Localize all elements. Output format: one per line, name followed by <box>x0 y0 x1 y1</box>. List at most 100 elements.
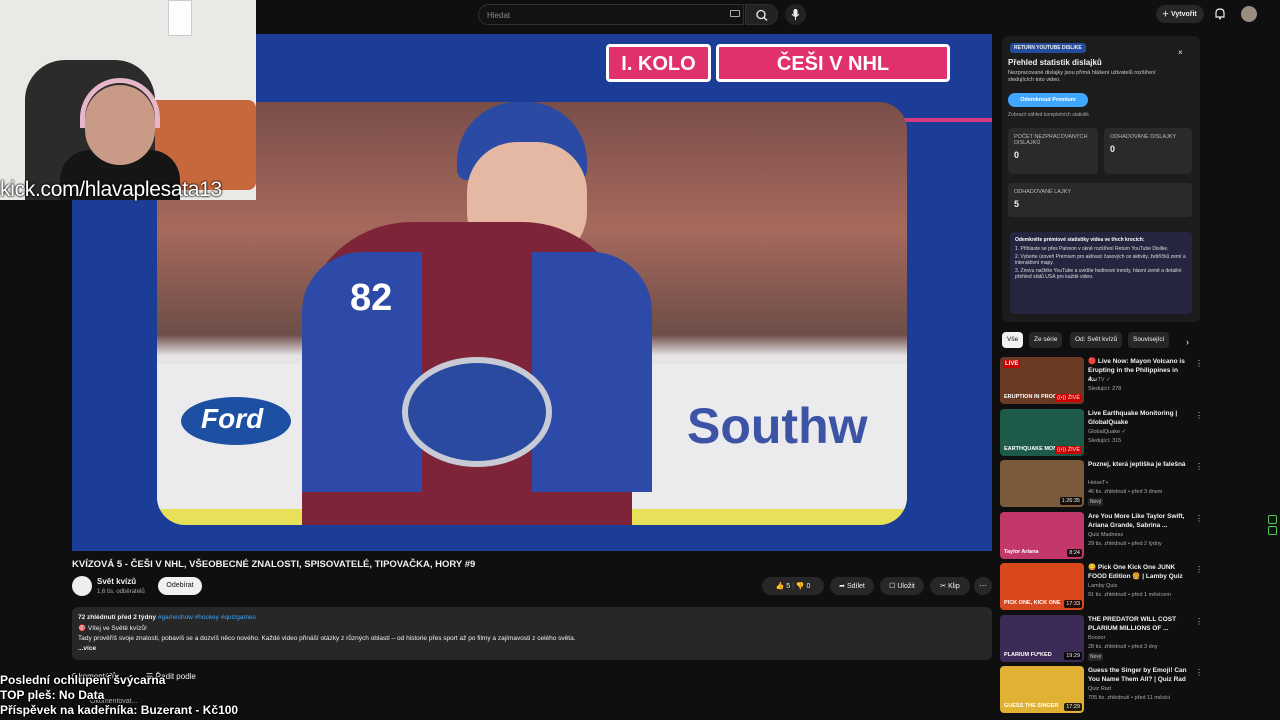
user-avatar[interactable] <box>1241 6 1257 22</box>
recommendation-channel[interactable]: Boozor <box>1088 635 1105 641</box>
recommendation-channel[interactable]: HeiseT+ <box>1088 480 1109 486</box>
step-2: 2. Vyberte úroveň Premium pro aktivaci č… <box>1015 254 1186 266</box>
ryd-tag: RETURN YOUTUBE DISLIKE <box>1010 43 1086 53</box>
more-vert-icon[interactable]: ⋮ <box>1195 411 1203 420</box>
chip-from-channel[interactable]: Od: Svět kvízů <box>1070 332 1123 348</box>
description-line-2: Tady prověříš svoje znalosti, pobavíš se… <box>78 635 576 642</box>
dislike-button[interactable]: 👎 0 <box>796 583 811 590</box>
show-more-link[interactable]: ...více <box>78 645 986 652</box>
raw-dislikes-value: 0 <box>1014 150 1020 160</box>
topic-badge: ČEŠI V NHL <box>716 44 950 82</box>
clip-button[interactable]: ✂ Klip <box>930 577 970 595</box>
est-dislikes-card: ODHADOVANÉ DISLAJKY 0 <box>1104 128 1192 174</box>
duration-badge: 8:24 <box>1067 548 1082 557</box>
more-vert-icon[interactable]: ⋮ <box>1195 514 1203 523</box>
voice-search-button[interactable] <box>785 4 806 25</box>
save-button[interactable]: ☐ Uložit <box>880 577 924 595</box>
close-icon[interactable]: × <box>1178 48 1183 57</box>
overlay-line-3: Příspěvek na kadeřníka: Buzerant - Kč100 <box>0 703 239 717</box>
more-vert-icon[interactable]: ⋮ <box>1195 668 1203 677</box>
recommendation-title[interactable]: Live Earthquake Monitoring | GlobalQuake <box>1088 409 1188 427</box>
recommendation-views: 705 tis. zhlédnutí • před 11 měsíci <box>1088 695 1171 701</box>
thumbs-down-icon: 👎 <box>795 583 807 590</box>
hashtags[interactable]: #gameshow #hockey #quizgames <box>158 614 256 621</box>
recommendation-item[interactable]: GUESS THE SINGER 17:29 Guess the Singer by… <box>1000 666 1203 714</box>
search-input[interactable]: Hledat <box>478 4 744 25</box>
more-vert-icon[interactable]: ⋮ <box>1195 617 1203 626</box>
chip-all[interactable]: Vše <box>1002 332 1024 348</box>
raw-dislikes-card: POČET NEZPRACOVANÝCH DISLAJKŮ 0 <box>1008 128 1098 174</box>
hockey-player-photo: Ford Southw 82 <box>157 102 907 525</box>
est-dislikes-label: ODHADOVANÉ DISLAJKY <box>1110 134 1177 140</box>
recommendation-title[interactable]: 😋 Pick One Kick One JUNK FOOD Edition 🍔 … <box>1088 563 1188 581</box>
notifications-bell-icon[interactable] <box>1214 7 1226 20</box>
recommendation-item[interactable]: PICK ONE, KICK ONE 17:33 😋 Pick One Kick O… <box>1000 563 1203 611</box>
recommendation-item[interactable]: 1:26:35 Poznej, která jeptiška je falešná… <box>1000 460 1203 508</box>
recommendation-item[interactable]: PLARIUM FU*KED 19:29 THE PREDATOR WILL COS… <box>1000 614 1203 663</box>
recommendation-channel[interactable]: Quiz Rad <box>1088 686 1111 692</box>
extension-icon-1[interactable] <box>1268 515 1277 524</box>
mic-icon <box>791 9 800 20</box>
clip-label: Klip <box>948 583 960 590</box>
recommendation-item[interactable]: Taylor Ariana 8:24 Are You More Like Taylo… <box>1000 511 1203 560</box>
subscribe-button[interactable]: Odebírat <box>158 577 202 595</box>
more-vert-icon[interactable]: ⋮ <box>1195 462 1203 471</box>
ryd-title: Přehled statistik dislajků <box>1008 58 1102 67</box>
chip-series[interactable]: Ze série <box>1029 332 1063 348</box>
new-badge: Nový <box>1088 498 1104 506</box>
recommendation-channel[interactable]: Lamby Quiz <box>1088 583 1117 589</box>
like-button[interactable]: 👍 5 <box>776 583 791 590</box>
video-thumbnail[interactable]: EARTHQUAKE MONITOR ((•)) ŽIVĚ <box>1000 408 1084 456</box>
video-thumbnail[interactable]: PICK ONE, KICK ONE 17:33 <box>1000 563 1084 610</box>
recommendation-item[interactable]: EARTHQUAKE MONITOR ((•)) ŽIVĚ Live Earthqu… <box>1000 408 1203 457</box>
overlay-line-1: Poslední ochlupení švýcarna <box>0 673 166 687</box>
recommendation-title[interactable]: Poznej, která jeptiška je falešná <box>1088 460 1188 469</box>
video-thumbnail[interactable]: PLARIUM FU*KED 19:29 <box>1000 614 1084 662</box>
jersey-number: 82 <box>350 277 393 319</box>
share-button[interactable]: ➦ Sdílet <box>830 577 874 595</box>
more-actions-button[interactable]: ⋯ <box>974 577 992 595</box>
channel-avatar[interactable] <box>72 576 92 596</box>
recommendation-title[interactable]: THE PREDATOR WILL COST PLARIUM MILLIONS … <box>1088 615 1188 633</box>
search-button[interactable] <box>745 4 778 25</box>
overlay-line-2: TOP pleš: No Data <box>0 688 105 702</box>
new-badge: Nový <box>1088 652 1104 661</box>
channel-name[interactable]: Svět kvízů <box>97 577 136 586</box>
scissors-icon: ✂ <box>940 583 949 590</box>
webcam-overlay <box>0 0 256 200</box>
video-thumbnail[interactable]: GUESS THE SINGER 17:29 <box>1000 666 1084 713</box>
step-1: 1. Přihlaste se přes Patreon v okně rozš… <box>1015 246 1169 252</box>
kick-url-overlay: kick.com/hlavaplesata13 <box>0 178 222 201</box>
video-thumbnail[interactable]: 1:26:35 <box>1000 460 1084 507</box>
more-vert-icon[interactable]: ⋮ <box>1195 359 1203 368</box>
recommendation-item[interactable]: LIVE ERUPTION IN PROGRESS ((•)) ŽIVĚ 🔴 Live… <box>1000 357 1203 405</box>
like-dislike-group: 👍 5 | 👎 0 <box>762 577 824 595</box>
steps-heading: Odemkněte prémiové statistiky videa ve t… <box>1015 237 1145 243</box>
video-thumbnail[interactable]: LIVE ERUPTION IN PROGRESS ((•)) ŽIVĚ <box>1000 357 1084 404</box>
chip-related[interactable]: Související <box>1128 332 1170 348</box>
recommendation-channel[interactable]: GlobalQuake ✓ <box>1088 429 1126 435</box>
duration-badge: 17:33 <box>1064 600 1082 608</box>
raw-dislikes-label: POČET NEZPRACOVANÝCH DISLAJKŮ <box>1014 134 1088 146</box>
chevron-right-icon[interactable]: › <box>1186 337 1189 347</box>
full-stats-link[interactable]: Zobrazit náhled kompletních statistik <box>1008 112 1089 118</box>
more-vert-icon[interactable]: ⋮ <box>1195 565 1203 574</box>
unlock-premium-button[interactable]: Odemknout Premium <box>1008 93 1088 107</box>
create-button[interactable]: ＋ Vytvořit <box>1156 5 1204 23</box>
recommendation-views: Sledující: 278 <box>1088 386 1122 392</box>
recommendation-views: 46 tis. zhlédnutí • před 3 dnem <box>1088 489 1163 495</box>
premium-steps: Odemkněte prémiové statistiky videa ve t… <box>1010 232 1192 314</box>
keyboard-icon[interactable] <box>730 10 740 17</box>
recommendation-title[interactable]: Are You More Like Taylor Swift, Ariana G… <box>1088 512 1188 530</box>
description-box[interactable]: 72 zhlédnutí před 2 týdny #gameshow #hoc… <box>72 607 992 660</box>
video-thumbnail[interactable]: Taylor Ariana 8:24 <box>1000 511 1084 559</box>
recommendation-views: 29 tis. zhlédnutí • před 2 týdny <box>1088 540 1162 547</box>
live-label: LIVE <box>1003 360 1021 368</box>
description-line-1: 🎯 Vítej ve Světě kvízů! <box>78 625 147 632</box>
jersey-sleeve-right <box>532 252 652 492</box>
recommendation-title[interactable]: Guess the Singer by Emoji! Can You Name … <box>1088 666 1188 684</box>
ryd-subtitle: Nezpracované dislajky jsou přímá hlášení… <box>1008 70 1156 83</box>
recommendation-channel[interactable]: Quiz Madness <box>1088 532 1123 538</box>
extension-icon-2[interactable] <box>1268 526 1277 535</box>
recommendation-channel[interactable]: afarTV ✓ <box>1088 377 1111 383</box>
